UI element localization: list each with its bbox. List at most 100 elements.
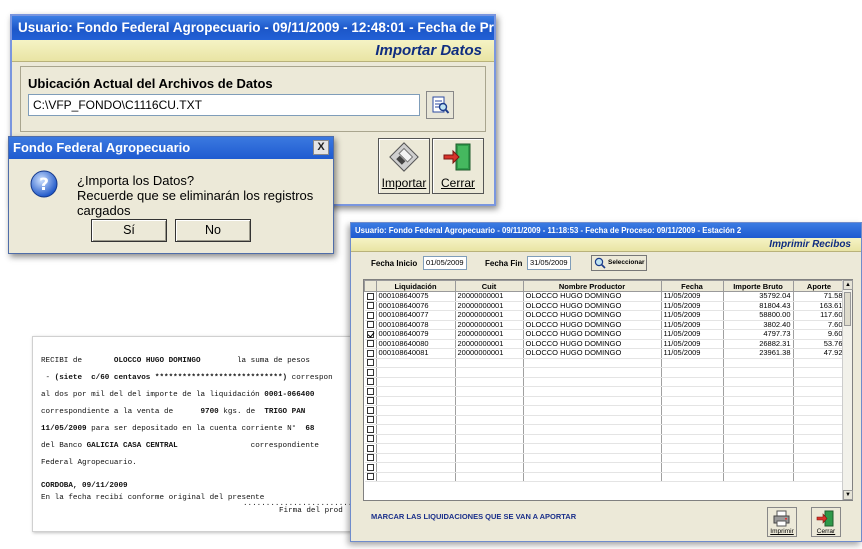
table-row[interactable] [364, 453, 846, 463]
print-close-button[interactable]: Cerrar [811, 507, 841, 537]
row-checkbox[interactable] [366, 292, 374, 300]
table-row[interactable]: 000108640075 20000000001 OLOCCO HUGO DOMIN… [364, 291, 846, 302]
cell-aporte [793, 386, 846, 397]
end-date-input[interactable]: 31/05/2009 [527, 256, 571, 270]
grid-header-nombre[interactable]: Nombre Productor [522, 280, 662, 292]
table-row[interactable]: 000108640077 20000000001 OLOCCO HUGO DOMIN… [364, 310, 846, 321]
file-path-input[interactable] [28, 94, 420, 116]
cell-importe [723, 405, 794, 416]
row-checkbox-cell [364, 358, 377, 368]
import-window-titlebar[interactable]: Usuario: Fondo Federal Agropecuario - 09… [12, 16, 494, 40]
row-checkbox[interactable] [366, 368, 374, 376]
row-checkbox[interactable] [366, 311, 374, 319]
grid-header-fecha[interactable]: Fecha [660, 280, 724, 292]
row-checkbox[interactable] [366, 378, 374, 386]
grid-header-cuit[interactable]: Cuit [454, 280, 524, 292]
cell-liquidacion [376, 434, 456, 444]
cell-liquidacion [376, 415, 456, 425]
table-row[interactable] [364, 367, 846, 378]
row-checkbox[interactable] [366, 340, 374, 348]
row-checkbox[interactable] [366, 473, 374, 481]
cell-cuit [455, 434, 524, 444]
receipt-line-1: RECIBI de OLOCCO HUGO DOMINGO la suma de… [41, 357, 310, 365]
table-row[interactable] [364, 377, 846, 387]
table-row[interactable]: 000108640078 20000000001 OLOCCO HUGO DOMIN… [364, 320, 846, 330]
cell-fecha [661, 367, 724, 378]
row-checkbox[interactable] [366, 349, 374, 357]
print-button[interactable]: Imprimir [767, 507, 797, 537]
cell-fecha [661, 405, 724, 416]
table-row[interactable]: 000108640079 20000000001 OLOCCO HUGO DOMIN… [364, 329, 846, 340]
row-checkbox-cell [364, 367, 377, 378]
row-checkbox[interactable] [366, 435, 374, 443]
row-checkbox[interactable] [366, 444, 374, 452]
row-checkbox[interactable] [366, 416, 374, 424]
cell-liquidacion [376, 358, 456, 368]
cell-nombre [523, 367, 662, 378]
table-row[interactable]: 000108640080 20000000001 OLOCCO HUGO DOMIN… [364, 339, 846, 349]
row-checkbox-cell [364, 301, 377, 311]
cell-cuit [455, 396, 524, 406]
row-checkbox[interactable] [366, 330, 374, 338]
select-button[interactable]: Seleccionar [591, 255, 647, 271]
cell-nombre [523, 405, 662, 416]
confirm-dialog-titlebar[interactable]: Fondo Federal Agropecuario X [9, 137, 333, 159]
row-checkbox-cell [364, 320, 377, 330]
cell-aporte: 163.61 [793, 301, 846, 311]
cell-fecha [661, 434, 724, 444]
row-checkbox[interactable] [366, 302, 374, 310]
cell-cuit [455, 453, 524, 463]
cell-aporte [793, 396, 846, 406]
scroll-thumb[interactable] [844, 292, 851, 326]
grid-scrollbar[interactable]: ▲ ▼ [842, 280, 853, 500]
table-row[interactable] [364, 396, 846, 406]
import-button[interactable]: Importar [378, 138, 430, 194]
scroll-down-arrow-icon[interactable]: ▼ [843, 490, 853, 500]
cell-importe [723, 367, 794, 378]
print-window-titlebar[interactable]: Usuario: Fondo Federal Agropecuario - 09… [351, 223, 861, 238]
row-checkbox[interactable] [366, 406, 374, 414]
row-checkbox[interactable] [366, 359, 374, 367]
table-row[interactable] [364, 443, 846, 454]
table-row[interactable] [364, 405, 846, 416]
table-row[interactable] [364, 358, 846, 368]
row-checkbox[interactable] [366, 454, 374, 462]
row-checkbox-cell [364, 377, 377, 387]
cell-fecha [661, 453, 724, 463]
table-row[interactable]: 000108640076 20000000001 OLOCCO HUGO DOMIN… [364, 301, 846, 311]
table-row[interactable] [364, 472, 846, 482]
table-row[interactable] [364, 462, 846, 473]
cell-importe [723, 424, 794, 435]
cell-aporte [793, 358, 846, 368]
cell-fecha [661, 386, 724, 397]
yes-button[interactable]: Sí [91, 219, 167, 242]
no-button[interactable]: No [175, 219, 251, 242]
row-checkbox[interactable] [366, 387, 374, 395]
row-checkbox[interactable] [366, 397, 374, 405]
row-checkbox-cell [364, 339, 377, 349]
disk-import-icon [389, 142, 419, 172]
select-button-label: Seleccionar [608, 259, 645, 266]
cell-aporte: 7.60 [793, 320, 846, 330]
grid-header-liquidacion[interactable]: Liquidación [375, 280, 456, 292]
scroll-up-arrow-icon[interactable]: ▲ [843, 280, 853, 290]
cell-fecha [661, 443, 724, 454]
start-date-input[interactable]: 01/05/2009 [423, 256, 467, 270]
row-checkbox[interactable] [366, 321, 374, 329]
table-row[interactable] [364, 415, 846, 425]
table-row[interactable]: 000108640081 20000000001 OLOCCO HUGO DOMIN… [364, 348, 846, 359]
table-row[interactable] [364, 434, 846, 444]
grid-header-aporte[interactable]: Aporte [792, 280, 846, 292]
grid-header-importe[interactable]: Importe Bruto [722, 280, 794, 292]
dialog-close-button[interactable]: X [313, 140, 329, 155]
cell-fecha: 11/05/2009 [661, 339, 724, 349]
browse-button[interactable] [426, 91, 454, 119]
row-checkbox[interactable] [366, 425, 374, 433]
cell-aporte: 9.60 [793, 329, 846, 340]
close-button[interactable]: Cerrar [432, 138, 484, 194]
cell-cuit [455, 405, 524, 416]
cell-fecha: 11/05/2009 [661, 348, 724, 359]
table-row[interactable] [364, 386, 846, 397]
row-checkbox[interactable] [366, 463, 374, 471]
table-row[interactable] [364, 424, 846, 435]
